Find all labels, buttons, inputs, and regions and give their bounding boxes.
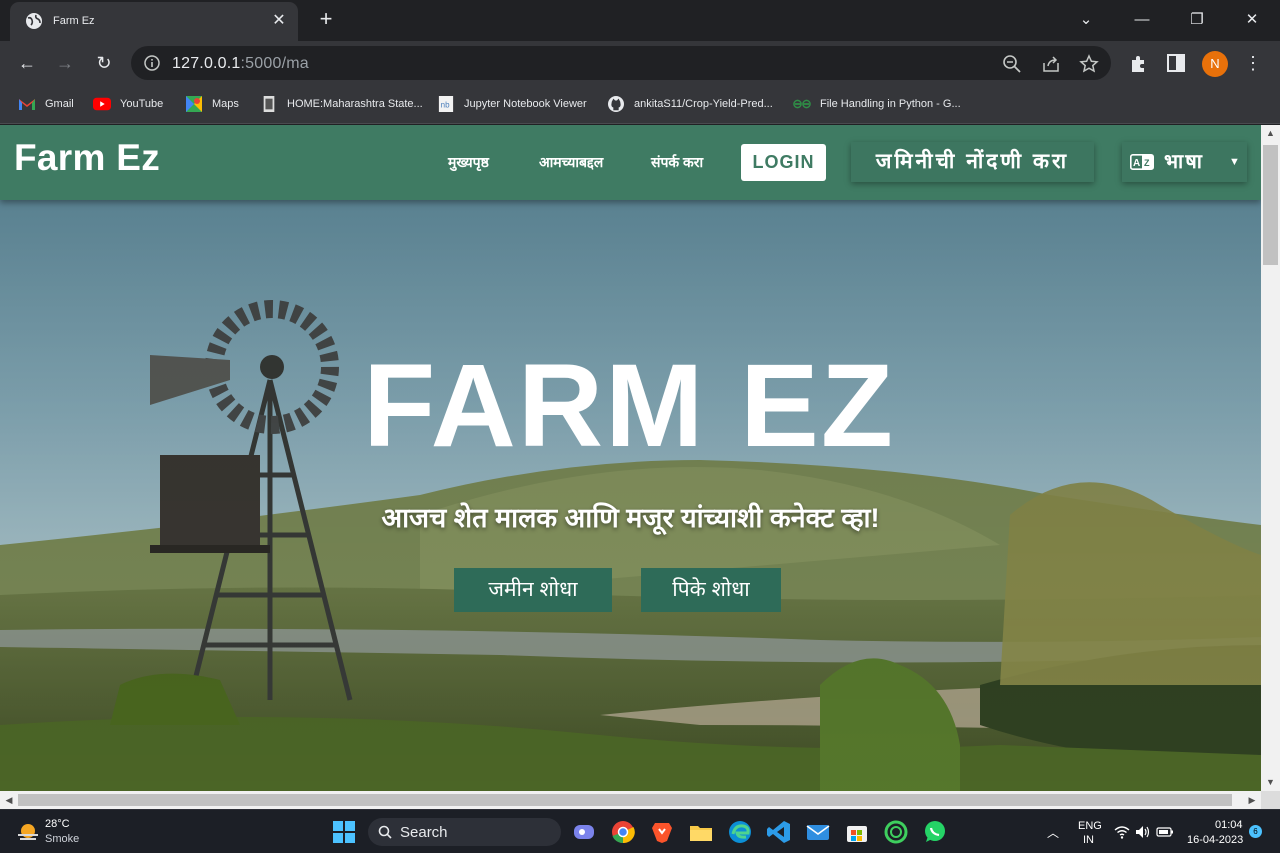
horizontal-scroll-thumb[interactable] bbox=[18, 794, 1232, 806]
github-icon bbox=[608, 96, 624, 112]
file-explorer-icon[interactable] bbox=[688, 819, 714, 845]
weather-haze-icon bbox=[18, 824, 38, 840]
whatsapp-icon[interactable] bbox=[922, 819, 948, 845]
nav-home[interactable]: मुख्यपृष्ठ bbox=[448, 153, 489, 172]
register-land-button[interactable]: जमिनीची नोंदणी करा bbox=[851, 142, 1094, 182]
notification-badge[interactable]: 6 bbox=[1249, 825, 1262, 838]
brave-icon[interactable] bbox=[649, 819, 675, 845]
tab-search-icon[interactable]: ⌄ bbox=[1071, 8, 1101, 32]
zoom-icon[interactable] bbox=[1002, 54, 1022, 74]
maps-icon bbox=[186, 96, 202, 112]
horizontal-scrollbar[interactable]: ◀ ▶ bbox=[0, 791, 1261, 809]
chrome-icon[interactable] bbox=[610, 819, 636, 845]
svg-text:Z: Z bbox=[1144, 158, 1150, 168]
scroll-down-icon[interactable]: ▼ bbox=[1261, 774, 1280, 791]
bookmark-maharashtra[interactable]: HOME:Maharashtra State... bbox=[260, 94, 423, 114]
weather-temperature: 28°C bbox=[45, 818, 70, 830]
translate-icon: A Z bbox=[1130, 154, 1154, 170]
share-icon[interactable] bbox=[1041, 54, 1061, 74]
chevron-down-icon: ▼ bbox=[1229, 156, 1240, 168]
vertical-scrollbar[interactable]: ▲ ▼ bbox=[1261, 125, 1280, 791]
browser-toolbar: ← → ↻ 127.0.0.1:5000/ma N ⋮ bbox=[0, 41, 1280, 85]
find-crops-button[interactable]: पिके शोधा bbox=[641, 568, 781, 612]
scrollbar-corner bbox=[1261, 791, 1280, 809]
windows-start-icon[interactable] bbox=[333, 821, 355, 843]
vertical-scroll-thumb[interactable] bbox=[1263, 145, 1278, 265]
bookmarks-bar: Gmail YouTube Maps HOME:Maharashtra Stat… bbox=[0, 85, 1280, 124]
taskbar-search[interactable]: Search bbox=[368, 818, 561, 846]
browser-tab[interactable]: Farm Ez ✕ bbox=[10, 2, 298, 41]
tab-title: Farm Ez bbox=[53, 15, 95, 27]
site-logo[interactable]: Farm Ez bbox=[14, 137, 160, 179]
side-panel-icon[interactable] bbox=[1167, 54, 1185, 72]
gmail-icon bbox=[19, 99, 35, 110]
weather-widget[interactable]: 28°C Smoke bbox=[16, 818, 126, 848]
microsoft-store-icon[interactable] bbox=[844, 819, 870, 845]
language-label: भाषा bbox=[1164, 151, 1204, 173]
profile-avatar[interactable]: N bbox=[1202, 51, 1228, 77]
search-icon bbox=[378, 825, 392, 839]
battery-icon[interactable] bbox=[1156, 825, 1174, 839]
address-bar[interactable]: 127.0.0.1:5000/ma bbox=[131, 46, 1111, 80]
wifi-icon[interactable] bbox=[1114, 825, 1130, 839]
search-label: Search bbox=[400, 824, 448, 841]
url-text[interactable]: 127.0.0.1:5000/ma bbox=[172, 55, 309, 73]
close-window-button[interactable]: ✕ bbox=[1237, 8, 1267, 32]
input-region[interactable]: IN bbox=[1083, 834, 1094, 846]
bookmark-maps[interactable]: Maps bbox=[185, 94, 239, 114]
find-land-button[interactable]: जमीन शोधा bbox=[454, 568, 612, 612]
maharashtra-icon bbox=[263, 96, 275, 112]
bookmark-gmail[interactable]: Gmail bbox=[18, 94, 74, 114]
teams-chat-icon[interactable] bbox=[571, 819, 597, 845]
hero-title: FARM EZ bbox=[363, 340, 895, 472]
forward-icon[interactable]: → bbox=[52, 50, 78, 76]
site-navbar: Farm Ez मुख्यपृष्ठ आमच्याबद्दल संपर्क कर… bbox=[0, 125, 1261, 200]
geeksforgeeks-icon bbox=[793, 99, 811, 109]
language-dropdown[interactable]: A Z भाषा ▼ bbox=[1122, 142, 1247, 182]
bookmark-github[interactable]: ankitaS11/Crop-Yield-Pred... bbox=[607, 94, 773, 114]
spotify-like-icon[interactable] bbox=[883, 819, 909, 845]
bookmark-star-icon[interactable] bbox=[1079, 54, 1099, 74]
youtube-icon bbox=[93, 97, 111, 111]
site-info-icon[interactable] bbox=[143, 54, 161, 72]
input-language[interactable]: ENG bbox=[1078, 820, 1102, 832]
bookmark-geeksforgeeks[interactable]: File Handling in Python - G... bbox=[793, 94, 961, 114]
page-viewport: Farm Ez मुख्यपृष्ठ आमच्याबद्दल संपर्क कर… bbox=[0, 125, 1261, 791]
minimize-button[interactable]: — bbox=[1127, 8, 1157, 32]
back-icon[interactable]: ← bbox=[14, 50, 40, 76]
scroll-up-icon[interactable]: ▲ bbox=[1261, 125, 1280, 142]
restore-button[interactable]: ❐ bbox=[1182, 8, 1212, 32]
jupyter-icon: nb bbox=[438, 96, 454, 112]
globe-icon bbox=[26, 13, 42, 29]
edge-icon[interactable] bbox=[727, 819, 753, 845]
menu-kebab-icon[interactable]: ⋮ bbox=[1240, 50, 1266, 76]
close-tab-icon[interactable]: ✕ bbox=[269, 11, 289, 31]
scroll-left-icon[interactable]: ◀ bbox=[0, 791, 18, 809]
tray-expand-icon[interactable]: ︿ bbox=[1047, 824, 1059, 841]
windows-taskbar: 28°C Smoke Search ︿ ENG IN 01:04 16-04-2… bbox=[0, 809, 1280, 853]
reload-icon[interactable]: ↻ bbox=[91, 50, 117, 76]
scroll-right-icon[interactable]: ▶ bbox=[1243, 791, 1261, 809]
clock-date[interactable]: 16-04-2023 bbox=[1187, 834, 1243, 846]
nav-about[interactable]: आमच्याबद्दल bbox=[539, 153, 603, 172]
new-tab-button[interactable]: + bbox=[314, 8, 338, 32]
volume-icon[interactable] bbox=[1135, 825, 1151, 839]
browser-titlebar: Farm Ez ✕ + ⌄ — ❐ ✕ bbox=[0, 0, 1280, 41]
hero-subtitle: आजच शेत मालक आणि मजूर यांच्याशी कनेक्ट व… bbox=[381, 503, 880, 533]
svg-text:A: A bbox=[1133, 158, 1140, 169]
svg-text:nb: nb bbox=[441, 101, 450, 110]
clock-time[interactable]: 01:04 bbox=[1215, 819, 1243, 831]
weather-condition: Smoke bbox=[45, 833, 80, 845]
extensions-icon[interactable] bbox=[1128, 54, 1148, 74]
vscode-icon[interactable] bbox=[766, 819, 792, 845]
mail-icon[interactable] bbox=[805, 819, 831, 845]
nav-contact[interactable]: संपर्क करा bbox=[651, 153, 703, 172]
bookmark-youtube[interactable]: YouTube bbox=[93, 94, 163, 114]
login-button[interactable]: LOGIN bbox=[741, 144, 826, 181]
bookmark-jupyter[interactable]: nb Jupyter Notebook Viewer bbox=[437, 94, 587, 114]
